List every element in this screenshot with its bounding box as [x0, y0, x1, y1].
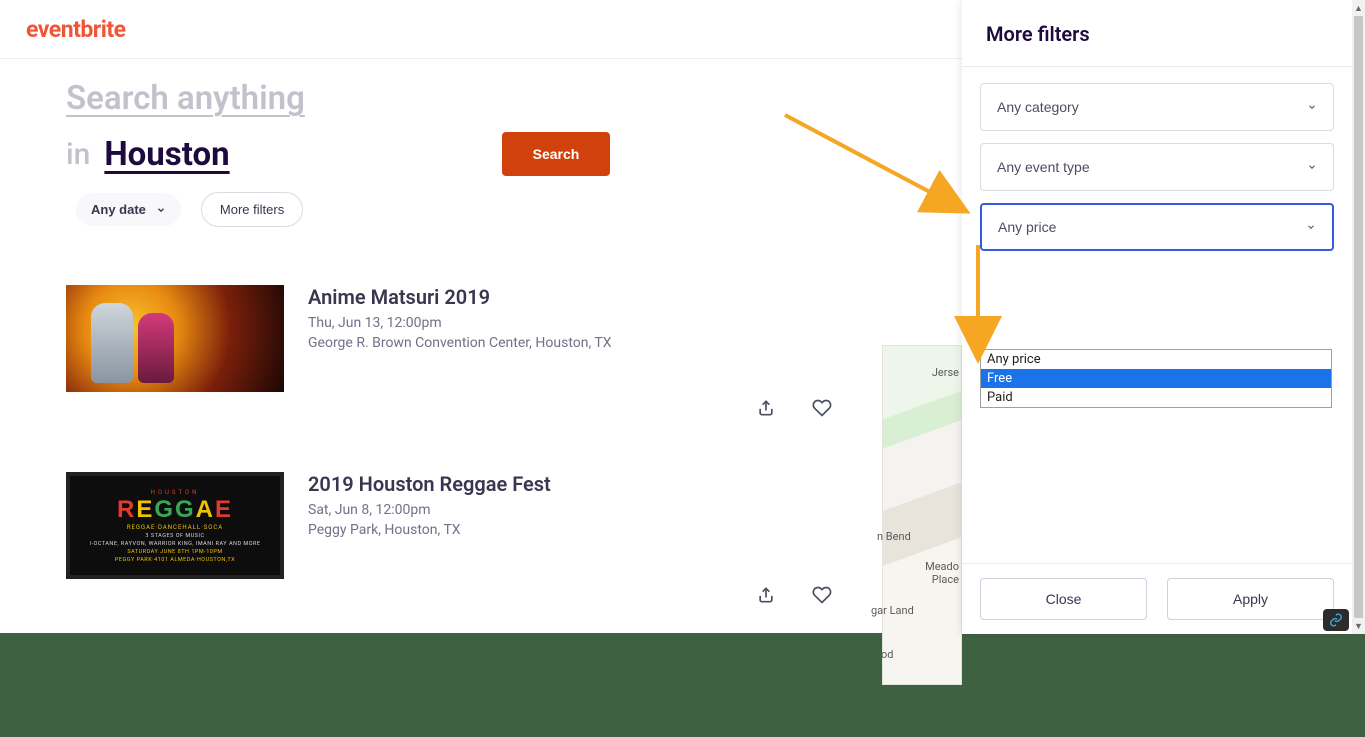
in-label: in — [66, 137, 90, 172]
price-select-label: Any price — [998, 219, 1056, 235]
vertical-scrollbar[interactable]: ▲ ▼ — [1352, 0, 1365, 634]
close-button[interactable]: Close — [980, 578, 1147, 620]
share-icon[interactable] — [756, 585, 776, 605]
event-date: Sat, Jun 8, 12:00pm — [308, 502, 826, 518]
chevron-down-icon — [1306, 222, 1316, 232]
footer-band — [0, 633, 1365, 737]
event-title: 2019 Houston Reggae Fest — [308, 472, 826, 496]
event-card[interactable]: HOUSTON REGGAE REGGAE·DANCEHALL·SOCA 3 S… — [66, 472, 826, 579]
share-icon[interactable] — [756, 398, 776, 418]
apply-button[interactable]: Apply — [1167, 578, 1334, 620]
price-dropdown: Any price Free Paid — [980, 349, 1332, 408]
link-chip-icon[interactable] — [1323, 609, 1349, 631]
price-option-any[interactable]: Any price — [981, 350, 1331, 369]
heart-icon[interactable] — [812, 398, 832, 418]
event-date: Thu, Jun 13, 12:00pm — [308, 315, 826, 331]
more-filters-panel: More filters Any category Any event type… — [962, 0, 1352, 634]
search-button[interactable]: Search — [502, 132, 610, 176]
heart-icon[interactable] — [812, 585, 832, 605]
map-label: gar Land — [871, 604, 914, 617]
event-thumbnail: HOUSTON REGGAE REGGAE·DANCEHALL·SOCA 3 S… — [66, 472, 284, 579]
brand-logo[interactable]: eventbrite — [26, 16, 126, 43]
location-input[interactable]: Houston — [104, 135, 229, 174]
event-title: Anime Matsuri 2019 — [308, 285, 826, 309]
map-label: Jerse — [932, 366, 959, 379]
scroll-thumb[interactable] — [1354, 16, 1363, 618]
map-label: Meado — [925, 560, 959, 573]
scroll-up-button[interactable]: ▲ — [1352, 0, 1365, 16]
category-select-label: Any category — [997, 99, 1079, 115]
chevron-down-icon — [1307, 162, 1317, 172]
any-date-label: Any date — [91, 202, 146, 217]
more-filters-pill[interactable]: More filters — [201, 192, 303, 227]
scroll-down-button[interactable]: ▼ — [1352, 618, 1365, 634]
map-label: od — [881, 648, 893, 661]
event-type-select-label: Any event type — [997, 159, 1090, 175]
event-card[interactable]: Anime Matsuri 2019 Thu, Jun 13, 12:00pm … — [66, 285, 826, 392]
map-preview[interactable]: Jerse n Bend Meado Place gar Land od — [882, 345, 962, 685]
price-select[interactable]: Any price — [980, 203, 1334, 251]
map-label: Place — [932, 573, 959, 586]
event-venue: Peggy Park, Houston, TX — [308, 522, 826, 538]
search-input-placeholder[interactable]: Search anything — [66, 79, 305, 118]
price-option-paid[interactable]: Paid — [981, 388, 1331, 407]
event-type-select[interactable]: Any event type — [980, 143, 1334, 191]
price-option-free[interactable]: Free — [981, 369, 1331, 388]
event-thumbnail — [66, 285, 284, 392]
chevron-down-icon — [1307, 102, 1317, 112]
map-label: n Bend — [877, 530, 911, 543]
any-date-pill[interactable]: Any date — [76, 193, 181, 226]
panel-title: More filters — [986, 22, 1328, 46]
event-venue: George R. Brown Convention Center, Houst… — [308, 335, 826, 351]
chevron-down-icon — [156, 205, 166, 215]
category-select[interactable]: Any category — [980, 83, 1334, 131]
